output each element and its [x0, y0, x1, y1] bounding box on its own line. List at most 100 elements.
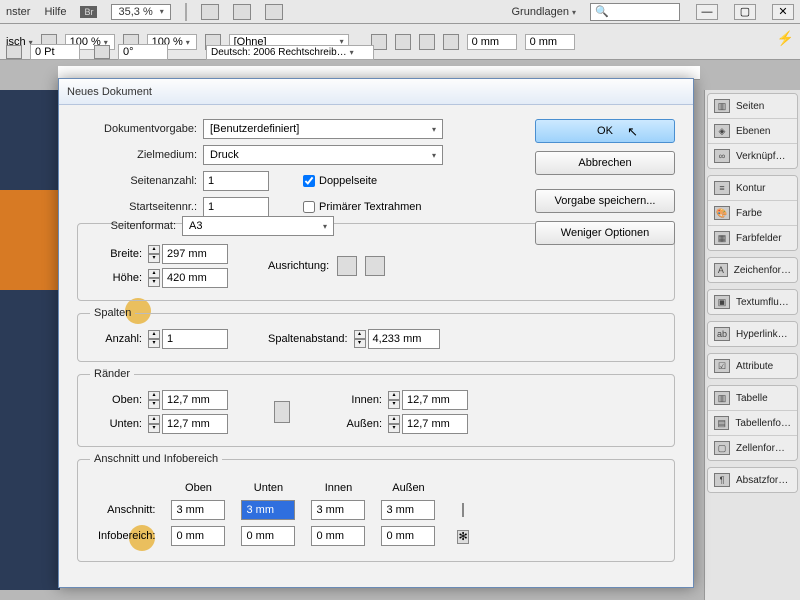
label-width: Breite:	[90, 248, 142, 260]
panel-kontur[interactable]: ≡Kontur	[708, 176, 797, 201]
panel-absatzformate[interactable]: ¶Absatzfor…	[708, 468, 797, 492]
cellformat-icon: ▢	[714, 441, 730, 455]
maximize-button[interactable]: ▢	[734, 4, 756, 20]
pageformat-select[interactable]: A3	[182, 216, 334, 236]
link-bleed-icon[interactable]	[462, 503, 464, 517]
preset-select[interactable]: [Benutzerdefiniert]	[203, 119, 443, 139]
bridge-icon[interactable]: Br	[80, 6, 97, 18]
quick-apply-icon[interactable]: ⚡	[777, 30, 794, 47]
link-slug-icon[interactable]: ✻	[457, 530, 468, 544]
startpage-input[interactable]: 1	[203, 197, 269, 217]
legend-bleed: Anschnitt und Infobereich	[90, 453, 222, 465]
legend-margins: Ränder	[90, 368, 134, 380]
panel-farbfelder[interactable]: ▦Farbfelder	[708, 226, 797, 250]
menu-hilfe[interactable]: Hilfe	[44, 6, 66, 18]
margins-group: Ränder Oben:▴▾12,7 mm Unten:▴▾12,7 mm In…	[77, 368, 675, 447]
fewer-options-button[interactable]: Weniger Optionen	[535, 221, 675, 245]
mbot-input[interactable]: 12,7 mm	[162, 414, 228, 434]
slug-top-input[interactable]: 0 mm	[171, 526, 225, 546]
col-oben: Oben	[163, 479, 233, 497]
search-input[interactable]: 🔍	[590, 3, 680, 21]
screen-mode-icon[interactable]	[233, 4, 251, 20]
minner-input[interactable]: 12,7 mm	[402, 390, 468, 410]
width-input[interactable]: 297 mm	[162, 244, 228, 264]
panel-tabellenformate[interactable]: ▤Tabellenfo…	[708, 411, 797, 436]
pages-input[interactable]: 1	[203, 171, 269, 191]
label-bottom: Unten:	[90, 418, 142, 430]
attributes-icon: ☑	[714, 359, 730, 373]
intent-select[interactable]: Druck	[203, 145, 443, 165]
layers-icon: ◈	[714, 124, 730, 138]
label-orientation: Ausrichtung:	[268, 260, 329, 272]
mbot-spinner[interactable]: ▴▾	[148, 415, 160, 433]
align-center-icon[interactable]	[395, 34, 411, 50]
gutter-input[interactable]: 4,233 mm	[368, 329, 440, 349]
new-document-dialog: Neues Dokument OK ↖ Abbrechen Vorgabe sp…	[58, 78, 694, 588]
align-right-icon[interactable]	[419, 34, 435, 50]
facing-pages-checkbox[interactable]: Doppelseite	[303, 175, 377, 187]
panel-seiten[interactable]: ▥Seiten	[708, 94, 797, 119]
mtop-input[interactable]: 12,7 mm	[162, 390, 228, 410]
panel-verknuepfungen[interactable]: ∞Verknüpf…	[708, 144, 797, 168]
arrange-icon[interactable]	[265, 4, 283, 20]
width-spinner[interactable]: ▴▾	[148, 245, 160, 263]
gutter-spinner[interactable]: ▴▾	[354, 330, 366, 348]
bleed-group: Anschnitt und Infobereich Oben Unten Inn…	[77, 453, 675, 562]
color-icon: 🎨	[714, 206, 730, 220]
justify-icon[interactable]	[443, 34, 459, 50]
label-height: Höhe:	[90, 272, 142, 284]
mtop-spinner[interactable]: ▴▾	[148, 391, 160, 409]
panel-attribute[interactable]: ☑Attribute	[708, 354, 797, 378]
save-preset-button[interactable]: Vorgabe speichern...	[535, 189, 675, 213]
link-margins-icon[interactable]	[274, 401, 290, 423]
panel-tabelle[interactable]: ▥Tabelle	[708, 386, 797, 411]
skew[interactable]: 0°	[118, 44, 168, 60]
colcount-input[interactable]: 1	[162, 329, 228, 349]
tableformat-icon: ▤	[714, 416, 729, 430]
hyperlink-icon: ab	[714, 327, 730, 341]
col-innen: Innen	[303, 479, 373, 497]
panel-zellenformate[interactable]: ▢Zellenfor…	[708, 436, 797, 460]
view-options-icon[interactable]	[201, 4, 219, 20]
slug-bottom-input[interactable]: 0 mm	[241, 526, 295, 546]
slug-outer-input[interactable]: 0 mm	[381, 526, 435, 546]
mouter-spinner[interactable]: ▴▾	[388, 415, 400, 433]
panel-zeichenformate[interactable]: AZeichenfor…	[708, 258, 797, 282]
label-inner: Innen:	[330, 394, 382, 406]
primary-textframe-checkbox[interactable]: Primärer Textrahmen	[303, 201, 422, 213]
mouter-input[interactable]: 12,7 mm	[402, 414, 468, 434]
panel-farbe[interactable]: 🎨Farbe	[708, 201, 797, 226]
indent-right[interactable]: 0 mm	[525, 34, 575, 50]
minner-spinner[interactable]: ▴▾	[388, 391, 400, 409]
menubar: nster Hilfe Br 35,3 % Grundlagen 🔍 — ▢ ✕	[0, 0, 800, 24]
cancel-button[interactable]: Abbrechen	[535, 151, 675, 175]
orientation-portrait-icon[interactable]	[337, 256, 357, 276]
stroke-icon: ≡	[714, 181, 730, 195]
colcount-spinner[interactable]: ▴▾	[148, 330, 160, 348]
panel-ebenen[interactable]: ◈Ebenen	[708, 119, 797, 144]
minimize-button[interactable]: —	[696, 4, 718, 20]
bleed-top-input[interactable]: 3 mm	[171, 500, 225, 520]
legend-columns: Spalten	[90, 307, 135, 319]
panel-textumfluss[interactable]: ▣Textumflu…	[708, 290, 797, 314]
bleed-outer-input[interactable]: 3 mm	[381, 500, 435, 520]
workspace-select[interactable]: Grundlagen	[511, 6, 576, 18]
menu-fenster[interactable]: nster	[6, 6, 30, 18]
label-pageformat: Seitenformat:	[84, 220, 176, 232]
label-preset: Dokumentvorgabe:	[77, 123, 197, 135]
orientation-landscape-icon[interactable]	[365, 256, 385, 276]
baseline-shift[interactable]: 0 Pt	[30, 44, 80, 60]
close-button[interactable]: ✕	[772, 4, 794, 20]
bleed-bottom-input[interactable]: 3 mm	[241, 500, 295, 520]
height-spinner[interactable]: ▴▾	[148, 269, 160, 287]
label-slug: Infobereich:	[90, 523, 163, 549]
ok-button[interactable]: OK ↖	[535, 119, 675, 143]
zoom-select[interactable]: 35,3 %	[111, 4, 170, 20]
bleed-inner-input[interactable]: 3 mm	[311, 500, 365, 520]
indent-left[interactable]: 0 mm	[467, 34, 517, 50]
label-colcount: Anzahl:	[90, 333, 142, 345]
slug-inner-input[interactable]: 0 mm	[311, 526, 365, 546]
panel-hyperlinks[interactable]: abHyperlink…	[708, 322, 797, 346]
language-select[interactable]: Deutsch: 2006 Rechtschreib…	[206, 45, 374, 60]
height-input[interactable]: 420 mm	[162, 268, 228, 288]
